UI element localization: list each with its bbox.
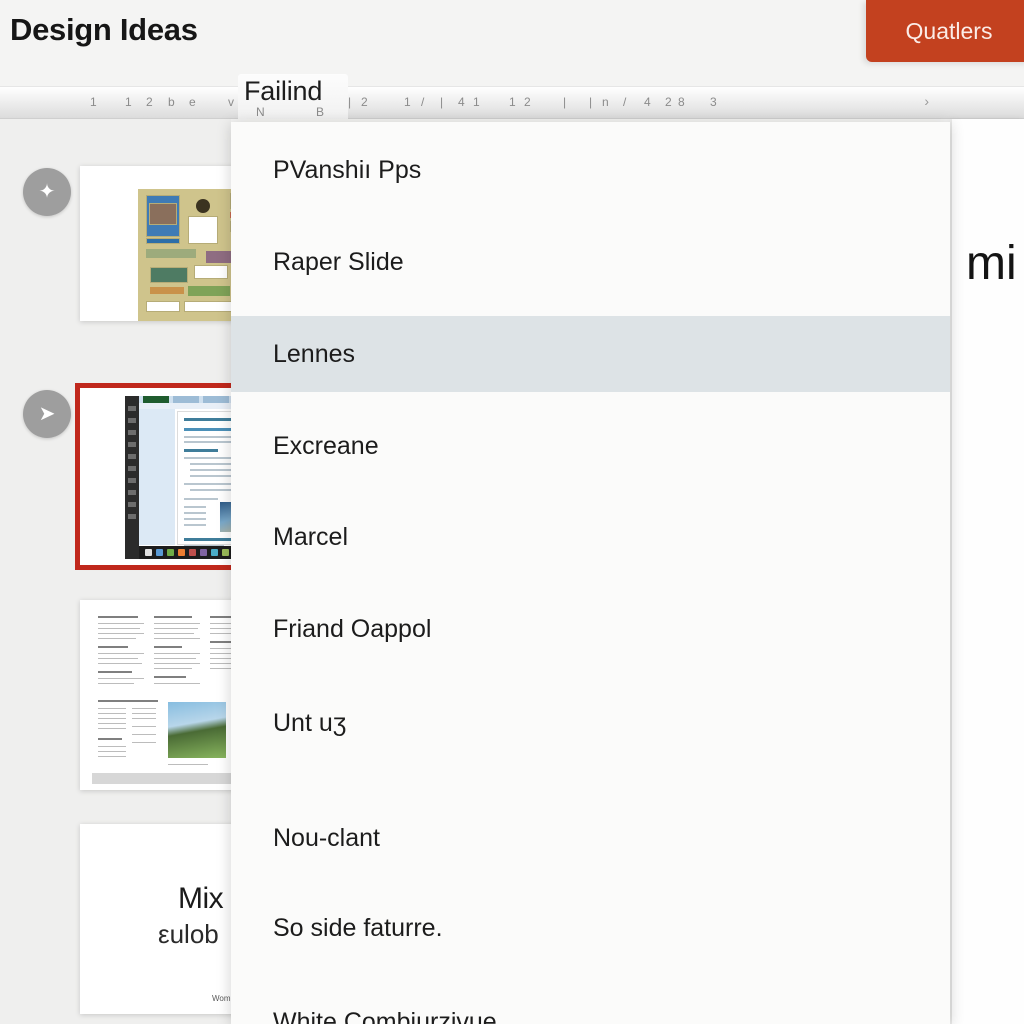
title-slide-small-line-2: Wom — [212, 994, 231, 1003]
ruler-tick: e — [189, 95, 196, 109]
ruler-tick: 2 — [146, 95, 153, 109]
ruler-tick: | — [440, 95, 444, 109]
page-title: Design Ideas — [10, 12, 198, 47]
menu-item-3[interactable]: Excreane — [231, 408, 950, 484]
title-slide-title: Mix — [178, 882, 224, 915]
ruler-tick: 2 — [665, 95, 672, 109]
failind-sub-left: N — [256, 105, 265, 119]
ruler-tick: 4 — [458, 95, 465, 109]
ruler-tick: | — [348, 95, 352, 109]
ruler-tick: 1 — [509, 95, 516, 109]
design-ideas-window: Design Ideas Quatlers 1 1 2 b e v | 2 1 … — [0, 0, 1024, 1024]
ruler-tick: 2 — [361, 95, 368, 109]
ruler-tick: v — [228, 95, 234, 109]
menu-item-2[interactable]: Lennes — [231, 316, 950, 392]
ruler-tick: 4 — [644, 95, 651, 109]
ruler-tick: 2 — [524, 95, 531, 109]
play-slide-button[interactable]: ➤ — [23, 390, 71, 438]
arrow-right-icon: ➤ — [38, 403, 56, 425]
app-header: Design Ideas Quatlers — [0, 0, 1024, 86]
ruler-tick: 8 — [678, 95, 685, 109]
add-slide-button[interactable]: ✦ — [23, 168, 71, 216]
title-slide-subtitle: εulob — [158, 919, 219, 949]
menu-item-6[interactable]: Unt uʒ — [231, 685, 950, 761]
ruler-tick: / — [421, 95, 425, 109]
design-ideas-dropdown-menu[interactable]: PVanshiı Pps Raper Slide Lennes Excreane… — [231, 122, 950, 1024]
ruler-tick: 1 — [404, 95, 411, 109]
ruler-tick: / — [623, 95, 627, 109]
slide-thumbnail-rail[interactable]: ✦ ➤ Mix εulob Wom — [0, 119, 285, 1024]
menu-item-1[interactable]: Raper Slide — [231, 224, 950, 300]
ruler-tick: b — [168, 95, 175, 109]
ruler-tick: 1 — [125, 95, 132, 109]
ruler-tick: 1 — [90, 95, 97, 109]
menu-item-0[interactable]: PVanshiı Pps — [231, 132, 950, 208]
ruler-tick: 1 — [473, 95, 480, 109]
menu-item-9[interactable]: White Combiurzivue — [231, 984, 950, 1024]
sparkle-icon: ✦ — [38, 181, 56, 203]
menu-item-5[interactable]: Friand Oappol — [231, 591, 950, 667]
menu-item-8[interactable]: So side faturre. — [231, 890, 950, 966]
quatlers-button[interactable]: Quatlers — [866, 0, 1024, 62]
ruler-tick: | — [563, 95, 567, 109]
ruler-tick: | — [589, 95, 593, 109]
menu-item-7[interactable]: Nou-clant — [231, 800, 950, 876]
ruler-tick: 3 — [710, 95, 717, 109]
chevron-right-icon[interactable]: › — [924, 93, 929, 109]
canvas-partial-text: mi — [966, 237, 1017, 290]
ruler-bar[interactable]: 1 1 2 b e v | 2 1 / | 4 1 1 2 | | n / 4 … — [0, 86, 1024, 119]
ruler-tick: n — [602, 95, 609, 109]
failind-tab-label: Failind — [244, 76, 323, 106]
menu-item-4[interactable]: Marcel — [231, 499, 950, 575]
failind-sub-right: B — [316, 105, 325, 119]
